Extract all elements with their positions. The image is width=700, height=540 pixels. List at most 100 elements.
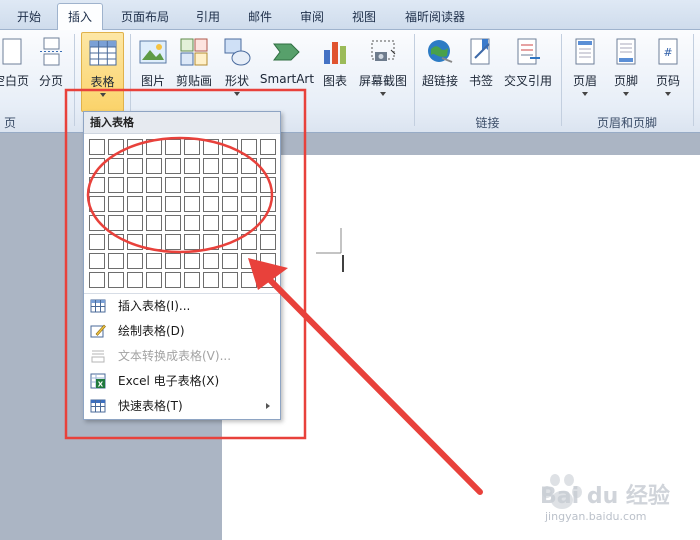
table-grid-cell[interactable] [222,215,238,231]
table-grid-cell[interactable] [165,177,181,193]
table-grid-cell[interactable] [260,158,276,174]
table-grid-cell[interactable] [108,196,124,212]
table-grid-cell[interactable] [241,139,257,155]
clipart-button[interactable]: 剪贴画 [172,32,216,112]
table-grid-cell[interactable] [127,177,143,193]
quick-tables-menu-item[interactable]: 快速表格(T) [84,394,280,418]
table-grid-cell[interactable] [241,234,257,250]
table-grid-cell[interactable] [241,196,257,212]
table-grid-cell[interactable] [146,139,162,155]
header-button[interactable]: 页眉 [567,32,603,112]
table-grid-cell[interactable] [108,177,124,193]
table-grid-cell[interactable] [108,272,124,288]
table-grid-cell[interactable] [127,139,143,155]
table-grid-cell[interactable] [203,139,219,155]
hyperlink-button[interactable]: 超链接 [418,32,462,112]
table-grid-cell[interactable] [89,139,105,155]
table-grid-cell[interactable] [165,234,181,250]
table-grid-cell[interactable] [222,196,238,212]
table-grid-cell[interactable] [203,158,219,174]
table-grid-cell[interactable] [203,272,219,288]
table-grid-cell[interactable] [127,215,143,231]
chart-button[interactable]: 图表 [317,32,353,112]
bookmark-button[interactable]: 书签 [463,32,499,112]
table-grid-cell[interactable] [89,234,105,250]
tab-foxit-reader[interactable]: 福昕阅读器 [396,6,474,30]
tab-page-layout[interactable]: 页面布局 [110,6,180,30]
table-grid-cell[interactable] [108,234,124,250]
table-grid-cell[interactable] [241,253,257,269]
table-grid-cell[interactable] [184,177,200,193]
table-grid-cell[interactable] [146,234,162,250]
table-grid-cell[interactable] [260,177,276,193]
table-grid-cell[interactable] [89,158,105,174]
table-grid-cell[interactable] [89,215,105,231]
table-grid-cell[interactable] [203,253,219,269]
insert-table-menu-item[interactable]: 插入表格(I)... [84,294,280,318]
table-grid-cell[interactable] [184,253,200,269]
table-grid-cell[interactable] [146,215,162,231]
table-grid-cell[interactable] [184,139,200,155]
table-grid-cell[interactable] [127,158,143,174]
page-number-button[interactable]: # 页码 [650,32,686,112]
table-grid-cell[interactable] [241,215,257,231]
table-grid-cell[interactable] [222,139,238,155]
table-grid-cell[interactable] [184,272,200,288]
table-grid-cell[interactable] [146,272,162,288]
table-grid-cell[interactable] [165,215,181,231]
table-grid-cell[interactable] [184,234,200,250]
table-grid-cell[interactable] [260,139,276,155]
table-grid-cell[interactable] [127,272,143,288]
table-grid-cell[interactable] [165,196,181,212]
tab-insert[interactable]: 插入 [57,3,103,31]
table-grid-cell[interactable] [127,234,143,250]
tab-home[interactable]: 开始 [4,6,54,30]
tab-view[interactable]: 视图 [342,6,386,30]
table-grid-cell[interactable] [127,253,143,269]
footer-button[interactable]: 页脚 [608,32,644,112]
table-grid-cell[interactable] [260,253,276,269]
table-grid-cell[interactable] [89,177,105,193]
table-grid-cell[interactable] [222,177,238,193]
cross-reference-button[interactable]: 交叉引用 [500,32,556,112]
table-grid-cell[interactable] [108,253,124,269]
table-grid-cell[interactable] [146,253,162,269]
table-grid-cell[interactable] [222,253,238,269]
table-grid-cell[interactable] [222,234,238,250]
table-grid-cell[interactable] [108,215,124,231]
table-grid-cell[interactable] [146,177,162,193]
table-grid-cell[interactable] [108,158,124,174]
table-grid-cell[interactable] [241,158,257,174]
table-grid-cell[interactable] [260,234,276,250]
page-break-button[interactable]: 分页 [33,32,69,112]
screenshot-button[interactable]: 屏幕截图 [354,32,412,112]
excel-spreadsheet-menu-item[interactable]: X Excel 电子表格(X) [84,369,280,393]
draw-table-menu-item[interactable]: 绘制表格(D) [84,319,280,343]
picture-button[interactable]: 图片 [135,32,171,112]
tab-mailings[interactable]: 邮件 [238,6,282,30]
table-grid-cell[interactable] [241,272,257,288]
table-grid-cell[interactable] [184,215,200,231]
table-grid-cell[interactable] [203,196,219,212]
table-button[interactable]: 表格 [81,32,124,112]
table-grid-cell[interactable] [222,272,238,288]
table-grid-cell[interactable] [165,253,181,269]
tab-review[interactable]: 审阅 [290,6,334,30]
table-grid-cell[interactable] [184,196,200,212]
smartart-button[interactable]: SmartArt [258,32,316,112]
table-grid-cell[interactable] [260,196,276,212]
table-grid-cell[interactable] [260,215,276,231]
table-grid-cell[interactable] [89,253,105,269]
tab-references[interactable]: 引用 [186,6,230,30]
blank-page-button[interactable]: 空白页 [0,32,30,112]
table-grid-cell[interactable] [165,139,181,155]
table-grid-cell[interactable] [203,215,219,231]
table-grid-cell[interactable] [241,177,257,193]
table-grid-cell[interactable] [127,196,143,212]
shapes-button[interactable]: 形状 [217,32,257,112]
table-grid-cell[interactable] [203,177,219,193]
table-grid-cell[interactable] [260,272,276,288]
table-grid-cell[interactable] [222,158,238,174]
table-grid-cell[interactable] [203,234,219,250]
table-grid-cell[interactable] [184,158,200,174]
